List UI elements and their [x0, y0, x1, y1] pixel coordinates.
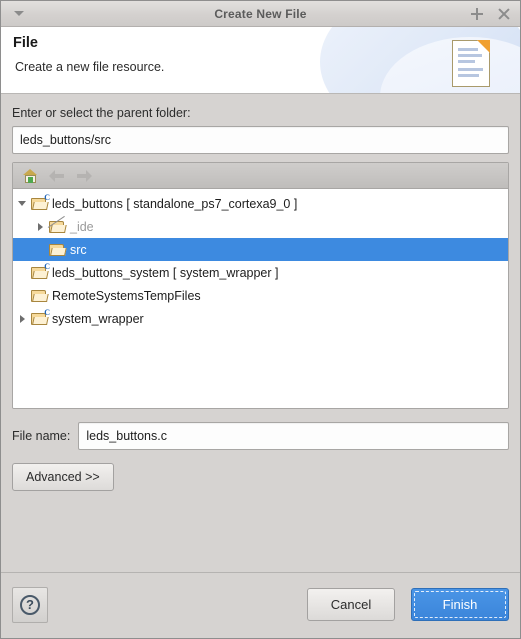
tree-item[interactable]: Csystem_wrapper: [13, 307, 508, 330]
window-title: Create New File: [214, 6, 307, 21]
tree-item[interactable]: RemoteSystemsTempFiles: [13, 284, 508, 307]
dialog-content: Enter or select the parent folder: leds_…: [1, 94, 520, 572]
forward-arrow-icon: [76, 169, 92, 182]
advanced-button[interactable]: Advanced >>: [12, 463, 114, 491]
file-name-row: File name: leds_buttons.c: [12, 422, 509, 450]
folder-icon: [49, 243, 67, 257]
close-icon[interactable]: [497, 7, 511, 21]
new-file-document-icon: [452, 40, 492, 88]
tree-toolbar: [13, 163, 508, 189]
parent-folder-input[interactable]: leds_buttons/src: [12, 126, 509, 154]
tree-item[interactable]: Cleds_buttons [ standalone_ps7_cortexa9_…: [13, 192, 508, 215]
back-button[interactable]: [46, 166, 68, 186]
linked-folder-icon: [47, 215, 67, 234]
wizard-header: File Create a new file resource.: [1, 27, 520, 94]
home-button[interactable]: [19, 166, 41, 186]
forward-button[interactable]: [73, 166, 95, 186]
help-button[interactable]: ?: [12, 586, 48, 623]
file-name-value: leds_buttons.c: [86, 429, 167, 443]
folder-tree-panel: Cleds_buttons [ standalone_ps7_cortexa9_…: [12, 162, 509, 409]
cancel-button[interactable]: Cancel: [307, 588, 395, 621]
parent-folder-label: Enter or select the parent folder:: [12, 106, 191, 120]
tree-item[interactable]: Cleds_buttons_system [ system_wrapper ]: [13, 261, 508, 284]
window-controls: [470, 7, 511, 21]
tree-item-label: src: [70, 242, 87, 257]
file-name-label: File name:: [12, 429, 71, 443]
advanced-row: Advanced >>: [12, 463, 509, 491]
tree-item-label: system_wrapper: [52, 311, 144, 326]
tree-item-label: _ide: [70, 219, 94, 234]
back-arrow-icon: [49, 169, 65, 182]
chevron-down-icon: [14, 11, 24, 16]
tree-item-label: leds_buttons [ standalone_ps7_cortexa9_0…: [52, 196, 298, 211]
window-menu-button[interactable]: [11, 6, 27, 22]
c-project-folder-icon: C: [31, 262, 50, 280]
twisty-collapsed-icon[interactable]: [31, 222, 49, 231]
create-new-file-dialog: Create New File File Create a new file r…: [0, 0, 521, 639]
folder-icon: [31, 289, 49, 303]
tree-item[interactable]: src: [13, 238, 508, 261]
file-name-input[interactable]: leds_buttons.c: [78, 422, 509, 450]
finish-button[interactable]: Finish: [411, 588, 509, 621]
home-icon: [22, 168, 38, 183]
parent-folder-value: leds_buttons/src: [20, 133, 112, 147]
dialog-footer: ? Cancel Finish: [1, 572, 520, 638]
c-project-folder-icon: C: [31, 193, 50, 211]
question-mark-icon: ?: [20, 594, 40, 615]
folder-tree[interactable]: Cleds_buttons [ standalone_ps7_cortexa9_…: [13, 189, 508, 408]
tree-item-label: RemoteSystemsTempFiles: [52, 288, 201, 303]
page-subtitle: Create a new file resource.: [15, 60, 165, 74]
twisty-expanded-icon[interactable]: [13, 201, 31, 206]
tree-item-label: leds_buttons_system [ system_wrapper ]: [52, 265, 279, 280]
maximize-icon[interactable]: [470, 7, 484, 21]
tree-item[interactable]: _ide: [13, 215, 508, 238]
twisty-collapsed-icon[interactable]: [13, 314, 31, 323]
c-project-folder-icon: C: [31, 308, 50, 326]
window-titlebar: Create New File: [1, 1, 520, 27]
page-title: File: [13, 35, 38, 51]
